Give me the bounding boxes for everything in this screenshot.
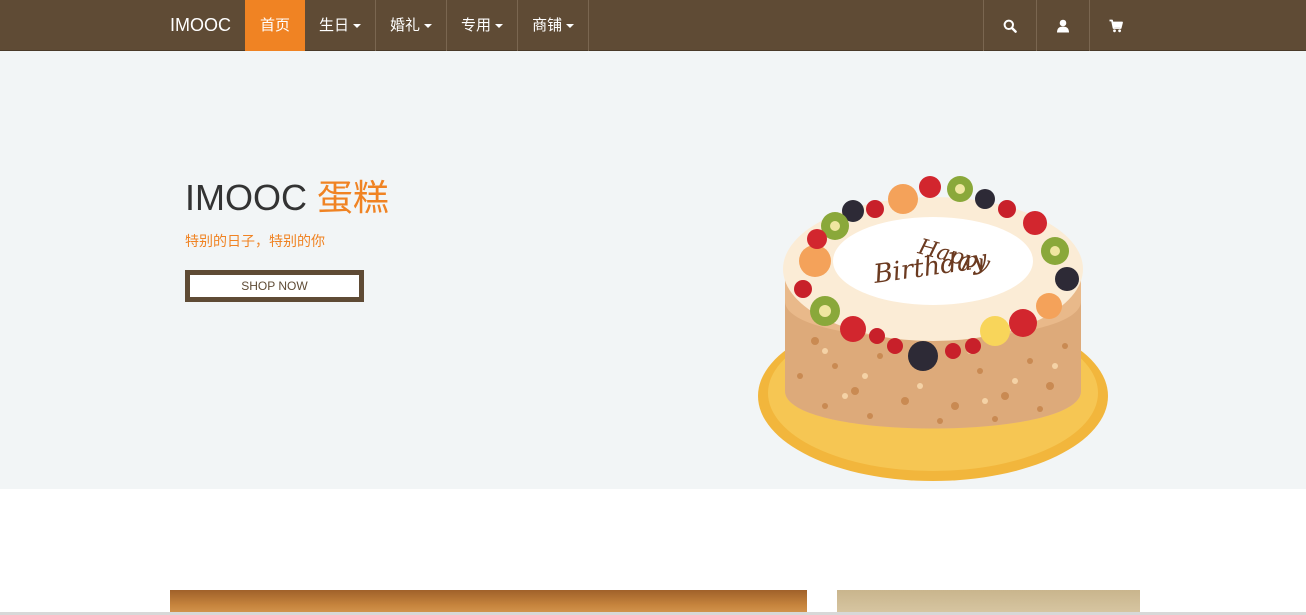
- search-icon: [1003, 19, 1017, 33]
- search-button[interactable]: [983, 0, 1036, 51]
- caret-down-icon: [424, 23, 433, 28]
- nav-item-home[interactable]: 首页: [245, 0, 306, 51]
- hero-subtitle: 特别的日子，特别的你: [185, 233, 325, 249]
- nav-item-label: 婚礼: [390, 17, 421, 34]
- hero-banner: IMOOC 蛋糕 特别的日子，特别的你 SHOP NOW Happy Birth…: [0, 51, 1306, 489]
- user-button[interactable]: [1036, 0, 1089, 51]
- hero-title: IMOOC 蛋糕: [185, 169, 389, 221]
- caret-down-icon: [495, 23, 504, 28]
- nav-item-birthday[interactable]: 生日: [305, 0, 377, 51]
- birthday-cake-image: Happy Birthday: [758, 176, 1108, 481]
- user-icon: [1057, 19, 1069, 32]
- hero-title-main: IMOOC: [185, 177, 317, 218]
- nav-actions: [983, 0, 1142, 51]
- cart-button[interactable]: [1089, 0, 1142, 51]
- nav-item-wedding[interactable]: 婚礼: [376, 0, 448, 51]
- nav-item-label: 商铺: [532, 17, 563, 34]
- nav-item-label: 生日: [319, 17, 350, 34]
- brand-logo[interactable]: IMOOC: [170, 0, 231, 51]
- nav-menu: 首页 生日 婚礼 专用 商铺: [245, 0, 590, 51]
- nav-item-label: 首页: [260, 17, 291, 34]
- hero-title-accent: 蛋糕: [317, 178, 390, 219]
- cart-icon: [1109, 19, 1123, 32]
- caret-down-icon: [566, 23, 575, 28]
- top-navbar: IMOOC 首页 生日 婚礼 专用 商铺: [0, 0, 1306, 51]
- nav-item-shops[interactable]: 商铺: [518, 0, 590, 51]
- nav-item-label: 专用: [461, 17, 492, 34]
- nav-item-special[interactable]: 专用: [447, 0, 519, 51]
- caret-down-icon: [353, 23, 362, 28]
- shop-now-button[interactable]: SHOP NOW: [185, 270, 364, 302]
